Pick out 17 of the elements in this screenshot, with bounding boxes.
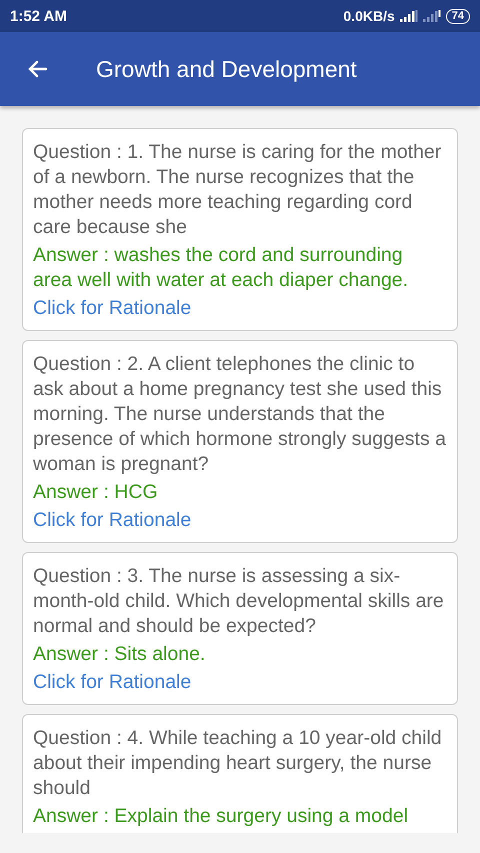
question-text: Question : 2. A client telephones the clinic to ask about a home pregnancy test she used this morning. The nurse understands that the presence of which hormone strongly suggests a woman is pregnant? bbox=[33, 352, 447, 477]
rationale-link[interactable]: Click for Rationale bbox=[33, 296, 192, 321]
rationale-link[interactable]: Click for Rationale bbox=[33, 670, 192, 695]
question-text: Question : 3. The nurse is assessing a six-month-old child. Which developmental skills are normal and should be expected? bbox=[33, 564, 445, 639]
answer-text: Answer : HCG bbox=[33, 480, 159, 505]
question-text: Question : 1. The nurse is caring for the mother of a newborn. The nurse recognizes that the mother needs more teaching regarding cord care because she bbox=[33, 140, 442, 240]
answer-text: Answer : Explain the surgery using a model bbox=[33, 804, 410, 829]
answer-text: Answer : washes the cord and surrounding area well with water at each diaper change. bbox=[33, 243, 410, 293]
battery-level: 74 bbox=[446, 8, 470, 24]
answer-text: Answer : Sits alone. bbox=[33, 642, 206, 667]
question-text: Question : 4. While teaching a 10 year-old child about their impending heart surgery, the nurse should bbox=[33, 726, 443, 801]
signal-icon bbox=[422, 10, 441, 22]
signal-icon bbox=[400, 10, 418, 22]
rationale-link[interactable]: Click for Rationale bbox=[33, 508, 192, 533]
network-speed: 0.0KB/s bbox=[343, 8, 395, 24]
screen-title: Growth and Development bbox=[96, 56, 357, 82]
status-time: 1:52 AM bbox=[10, 8, 67, 24]
